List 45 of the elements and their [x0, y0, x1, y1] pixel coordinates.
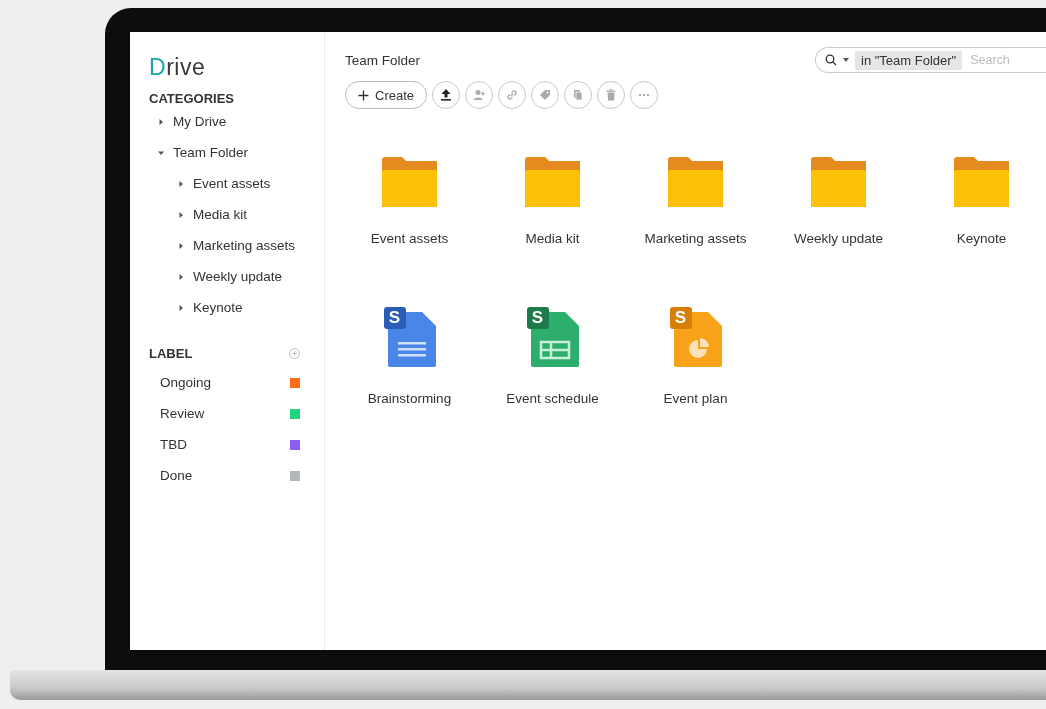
folder-icon[interactable] — [382, 157, 437, 207]
item-name[interactable]: Weekly update — [793, 231, 884, 246]
copy-button[interactable] — [564, 81, 593, 109]
folder-icon[interactable] — [668, 157, 723, 207]
search-icon — [825, 54, 837, 66]
upload-button[interactable] — [432, 81, 461, 109]
caret-icon — [843, 58, 849, 62]
more-button[interactable] — [630, 81, 659, 109]
tree-item[interactable]: Media kit — [149, 199, 324, 230]
tag-icon — [538, 88, 553, 102]
item-name[interactable]: Event assets — [370, 231, 449, 246]
item-name[interactable]: Media kit — [525, 231, 580, 246]
item-name[interactable]: Brainstorming — [367, 391, 452, 406]
tree-item[interactable]: Weekly update — [149, 261, 324, 292]
search-scope-chip[interactable]: in "Team Folder" — [855, 50, 963, 70]
link-icon — [505, 88, 520, 102]
folder-icon[interactable] — [811, 157, 866, 207]
item-name[interactable]: Keynote — [956, 231, 1007, 246]
folder-icon[interactable] — [525, 157, 580, 207]
section-heading: CATEGORIES — [149, 91, 235, 106]
add-person-icon — [472, 88, 487, 102]
tree-item[interactable]: Event assets — [149, 168, 324, 199]
tree-item[interactable]: My Drive — [149, 106, 324, 137]
item-name[interactable]: Event plan — [663, 391, 728, 406]
plus-icon — [358, 89, 369, 101]
tree-item[interactable]: Marketing assets — [149, 230, 324, 261]
item-name[interactable]: Event schedule — [506, 391, 599, 406]
tag-button[interactable] — [531, 81, 560, 109]
label-item[interactable]: Ongoing — [160, 375, 212, 390]
tree-item[interactable]: Keynote — [149, 292, 324, 323]
link-button[interactable] — [498, 81, 527, 109]
label-item[interactable]: Review — [160, 406, 205, 421]
drive-logo: Drive — [149, 54, 207, 81]
delete-button[interactable] — [597, 81, 626, 109]
tree-item[interactable]: Team Folder — [149, 137, 324, 168]
label-item[interactable]: TBD — [160, 437, 187, 452]
section-heading: LABEL — [149, 345, 193, 361]
label-item[interactable]: Done — [160, 468, 193, 483]
create-button[interactable]: Create — [345, 81, 428, 109]
upload-icon — [439, 88, 454, 102]
add-label-icon[interactable] — [289, 347, 300, 359]
item-name[interactable]: Marketing assets — [644, 231, 747, 246]
folder-title: Team Folder — [345, 52, 421, 68]
trash-icon — [604, 88, 619, 102]
folder-icon[interactable] — [954, 157, 1009, 207]
